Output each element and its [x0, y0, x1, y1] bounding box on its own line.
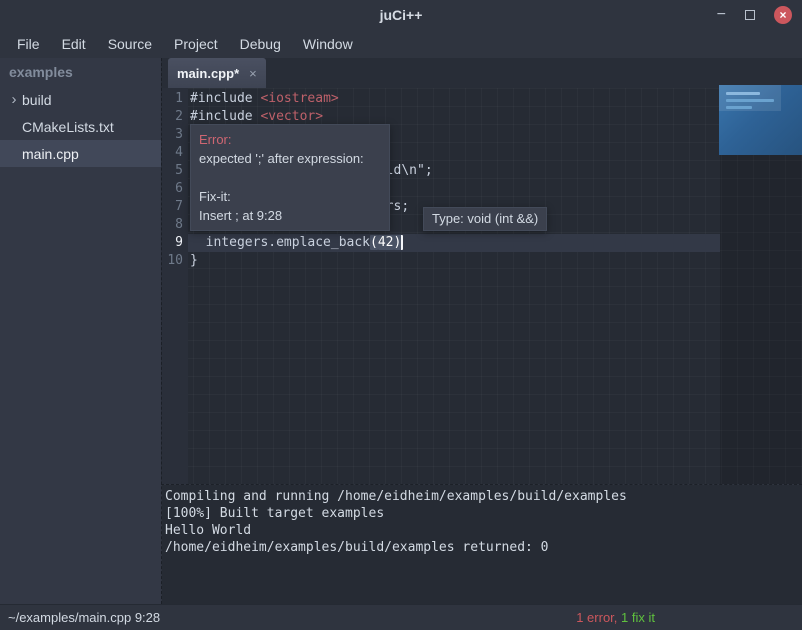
preview-line	[726, 92, 760, 95]
menu-window[interactable]: Window	[292, 33, 364, 55]
minimize-button[interactable]: −	[717, 7, 726, 23]
code-text: integers.emplace_back(42)	[188, 234, 403, 252]
code-segment: ;	[425, 163, 433, 178]
tab-main-cpp[interactable]: main.cpp* ×	[168, 58, 266, 88]
code-line-10[interactable]: 10}	[161, 252, 802, 270]
title-bar[interactable]: juCi++ − ×	[0, 0, 802, 30]
line-number: 2	[161, 108, 188, 126]
sidebar-editor-separator	[161, 58, 162, 604]
code-segment: <vector>	[260, 109, 323, 124]
code-segment: <iostream>	[260, 91, 338, 106]
line-number: 5	[161, 162, 188, 180]
window-controls: − ×	[717, 0, 792, 30]
terminal-line: /home/eidheim/examples/build/examples re…	[165, 539, 802, 556]
code-line-1[interactable]: 1#include <iostream>	[161, 90, 802, 108]
code-segment: #include	[190, 91, 260, 106]
terminal-output[interactable]: Compiling and running /home/eidheim/exam…	[162, 485, 802, 604]
code-segment: 42	[378, 235, 394, 250]
tooltip-line: Fix-it:	[199, 187, 381, 206]
tree-item-label: main.cpp	[22, 146, 79, 162]
project-header: examples	[0, 58, 161, 86]
maximize-button[interactable]	[743, 8, 757, 22]
menu-edit[interactable]: Edit	[51, 33, 97, 55]
line-number: 10	[161, 252, 188, 270]
tooltip-line: Insert ; at 9:28	[199, 206, 381, 225]
code-line-9[interactable]: 9 integers.emplace_back(42)	[161, 234, 802, 252]
tab-bar: main.cpp* ×	[161, 58, 802, 88]
tooltip-line: expected ';' after expression:	[199, 149, 381, 168]
tree-item-build[interactable]: ›build	[0, 86, 161, 113]
code-segment: (	[370, 235, 378, 250]
preview-popup	[719, 85, 802, 155]
chevron-right-icon[interactable]: ›	[6, 92, 22, 107]
tree-item-label: CMakeLists.txt	[22, 119, 114, 135]
tooltip-line: Error:	[199, 130, 381, 149]
type-tooltip: Type: void (int &&)	[423, 207, 547, 231]
tooltip-line	[199, 168, 381, 187]
menu-file[interactable]: File	[6, 33, 51, 55]
terminal-line: Compiling and running /home/eidheim/exam…	[165, 488, 802, 505]
tab-label: main.cpp*	[177, 66, 239, 81]
code-text: }	[188, 252, 198, 270]
file-tree: ›build CMakeLists.txt main.cpp	[0, 86, 161, 167]
editor-terminal-separator	[161, 484, 802, 485]
type-tooltip-text: Type: void (int &&)	[432, 211, 538, 226]
window-title: juCi++	[380, 7, 423, 23]
status-file-position: ~/examples/main.cpp 9:28	[8, 610, 160, 625]
line-number: 8	[161, 216, 188, 234]
line-number: 3	[161, 126, 188, 144]
tree-item-cmakelists.txt[interactable]: CMakeLists.txt	[0, 113, 161, 140]
code-text: #include <iostream>	[188, 90, 339, 108]
sidebar: examples ›build CMakeLists.txt main.cpp	[0, 58, 161, 604]
line-number: 1	[161, 90, 188, 108]
menu-bar: FileEditSourceProjectDebugWindow	[0, 30, 802, 58]
editor[interactable]: 1#include <iostream>2#include <vector>34…	[161, 88, 802, 484]
tab-close-icon[interactable]: ×	[249, 67, 257, 80]
code-segment: #include	[190, 109, 260, 124]
code-segment: )	[394, 235, 404, 250]
menu-source[interactable]: Source	[97, 33, 163, 55]
terminal-line: [100%] Built target examples	[165, 505, 802, 522]
line-number: 6	[161, 180, 188, 198]
code-segment: integers.emplace_back	[190, 235, 370, 250]
terminal-line: Hello World	[165, 522, 802, 539]
line-number: 7	[161, 198, 188, 216]
code-segment: }	[190, 253, 198, 268]
tree-item-label: build	[22, 92, 52, 108]
maximize-icon	[745, 10, 755, 20]
status-fixit: 1 fix it	[621, 610, 655, 625]
status-right: 1 error, 1 fix it	[576, 610, 655, 625]
preview-line	[726, 106, 752, 109]
app-window: juCi++ − × FileEditSourceProjectDebugWin…	[0, 0, 802, 630]
menu-debug[interactable]: Debug	[229, 33, 292, 55]
close-icon: ×	[779, 9, 786, 21]
line-number: 9	[161, 234, 188, 252]
error-tooltip: Error:expected ';' after expression: Fix…	[190, 124, 390, 231]
tree-item-main.cpp[interactable]: main.cpp	[0, 140, 161, 167]
status-bar: ~/examples/main.cpp 9:28 1 error, 1 fix …	[0, 604, 802, 630]
menu-project[interactable]: Project	[163, 33, 229, 55]
close-button[interactable]: ×	[774, 6, 792, 24]
line-number: 4	[161, 144, 188, 162]
preview-line	[726, 99, 774, 102]
status-error: 1 error,	[576, 610, 617, 625]
